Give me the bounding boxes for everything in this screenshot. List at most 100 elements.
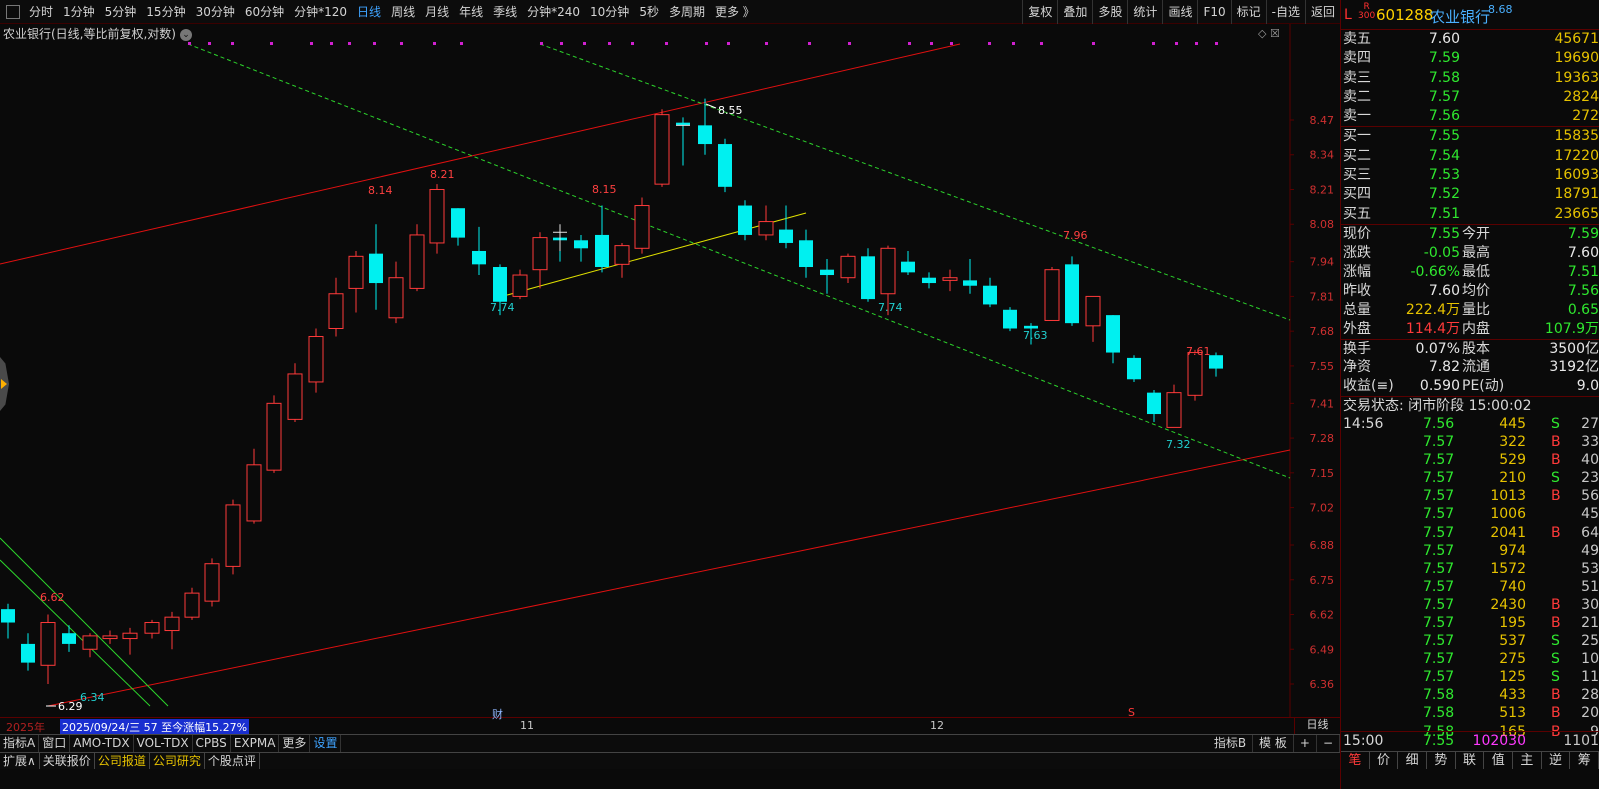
toolbar-button[interactable]: -自选: [1265, 0, 1305, 24]
quote-tab[interactable]: 笔: [1341, 752, 1370, 769]
event-dot: [1040, 42, 1043, 45]
candle-body-up: [204, 563, 220, 602]
tick-list[interactable]: 14:56 7.56 445 S 27 7.57 322 B 33 7.57 5…: [1341, 415, 1599, 741]
period-tab[interactable]: 更多 》: [710, 0, 760, 24]
tick-count: 53: [1581, 560, 1599, 577]
indicator-tab[interactable]: 窗口: [39, 735, 71, 752]
quote-level-price: 7.53: [1428, 167, 1460, 184]
stat-row: 昨收 7.60 均价 7.56: [1341, 282, 1599, 301]
indicator-tab[interactable]: VOL-TDX: [134, 735, 193, 752]
toolbar-button[interactable]: 画线: [1162, 0, 1197, 24]
quote-row[interactable]: 买二 7.54 17220: [1341, 147, 1599, 166]
quote-tab[interactable]: 联: [1456, 752, 1485, 769]
candle-body-up: [225, 504, 241, 567]
period-tab[interactable]: 1分钟: [58, 0, 100, 24]
indicator-action[interactable]: −: [1317, 735, 1340, 752]
event-dot: [988, 42, 991, 45]
layout-toggle-icon[interactable]: [6, 4, 20, 19]
quote-row[interactable]: 卖四 7.59 19690: [1341, 49, 1599, 68]
bottom-tab[interactable]: 公司报道: [95, 753, 150, 769]
period-tab[interactable]: 分钟*120: [289, 0, 352, 24]
quote-row[interactable]: 卖二 7.57 2824: [1341, 88, 1599, 107]
event-marker[interactable]: S: [1128, 706, 1135, 719]
kline-chart[interactable]: 8.47 8.34 8.21 8.08 7.94 7.81 7.68 7.55 7.41 7.28…: [0, 24, 1340, 718]
ask-book: 卖五 7.60 45671 卖四 7.59 19690 卖三 7.58 19363 卖…: [1341, 30, 1599, 126]
quote-tab[interactable]: 筹: [1570, 752, 1599, 769]
toolbar-button[interactable]: 叠加: [1057, 0, 1092, 24]
period-tab[interactable]: 季线: [488, 0, 522, 24]
bottom-tab[interactable]: 个股点评: [205, 753, 260, 769]
period-tab[interactable]: 周线: [386, 0, 420, 24]
event-dot: [908, 42, 911, 45]
tick-price: 7.57: [1423, 470, 1455, 487]
date-month-label: 11: [520, 719, 534, 732]
tick-row: 7.57 275 S 10: [1341, 650, 1599, 668]
event-dot: [400, 42, 403, 45]
quote-level-price: 7.59: [1428, 50, 1460, 67]
quote-row[interactable]: 买三 7.53 16093: [1341, 166, 1599, 185]
period-tab[interactable]: 30分钟: [191, 0, 240, 24]
bottom-tab[interactable]: 扩展∧: [0, 753, 40, 769]
event-dot: [188, 42, 191, 45]
indicator-action[interactable]: +: [1294, 735, 1317, 752]
quote-row[interactable]: 买四 7.52 18791: [1341, 185, 1599, 204]
quote-tab[interactable]: 势: [1427, 752, 1456, 769]
quote-tab[interactable]: 主: [1513, 752, 1542, 769]
candle-body-down: [1209, 355, 1223, 369]
indicator-tab[interactable]: 更多: [279, 735, 311, 752]
period-tab[interactable]: 月线: [420, 0, 454, 24]
quote-tab[interactable]: 逆: [1542, 752, 1571, 769]
indicator-action[interactable]: 指标B: [1208, 735, 1254, 752]
chevron-down-icon[interactable]: ⌄: [180, 28, 192, 41]
indicator-tab[interactable]: 设置: [310, 735, 342, 752]
period-tab[interactable]: 多周期: [664, 0, 710, 24]
toolbar-button[interactable]: 标记: [1230, 0, 1266, 24]
trade-status: 交易状态: 闭市阶段 15:00:02: [1341, 395, 1599, 415]
period-tab[interactable]: 60分钟: [240, 0, 289, 24]
chart-settings-icons[interactable]: ◇ ☒: [1258, 27, 1280, 40]
period-tab[interactable]: 分时: [24, 0, 58, 24]
tick-volume: 513: [1499, 705, 1526, 722]
toolbar-button[interactable]: 复权: [1022, 0, 1057, 24]
stat-label: 昨收: [1343, 282, 1371, 299]
stock-code[interactable]: 601288: [1376, 6, 1433, 24]
indicator-action[interactable]: 模 板: [1253, 735, 1294, 752]
quote-tab[interactable]: 值: [1484, 752, 1514, 769]
toolbar-button[interactable]: F10: [1197, 0, 1230, 24]
period-tab[interactable]: 年线: [454, 0, 488, 24]
period-tab[interactable]: 5秒: [634, 0, 664, 24]
chart-title-text: 农业银行(日线,等比前复权,对数): [3, 27, 176, 41]
price-axis-label: 6.62: [1310, 609, 1335, 622]
quote-tab[interactable]: 价: [1370, 752, 1399, 769]
price-axis-label: 7.68: [1310, 325, 1335, 338]
bottom-tab[interactable]: 关联报价: [40, 753, 95, 769]
period-tab[interactable]: 15分钟: [141, 0, 190, 24]
period-tab[interactable]: 5分钟: [100, 0, 142, 24]
quote-row[interactable]: 卖三 7.58 19363: [1341, 69, 1599, 88]
quote-row[interactable]: 卖一 7.56 272: [1341, 107, 1599, 126]
chart-title[interactable]: 农业银行(日线,等比前复权,对数) ⌄: [3, 25, 192, 42]
indicator-tab[interactable]: EXPMA: [231, 735, 280, 752]
stat-value: -0.66%: [1410, 263, 1460, 280]
quote-tab[interactable]: 细: [1398, 752, 1428, 769]
quote-row[interactable]: 卖五 7.60 45671: [1341, 30, 1599, 49]
indicator-tab[interactable]: 指标A: [0, 735, 40, 752]
period-tab[interactable]: 10分钟: [585, 0, 634, 24]
finance-marker[interactable]: 财: [492, 706, 503, 722]
bottom-tab[interactable]: 公司研究: [150, 753, 205, 769]
period-tab[interactable]: 分钟*240: [522, 0, 585, 24]
quote-level-label: 卖二: [1343, 88, 1371, 105]
period-tab[interactable]: 日线: [352, 0, 386, 24]
toolbar-button[interactable]: 统计: [1127, 0, 1162, 24]
toolbar-button[interactable]: 返回: [1304, 0, 1340, 24]
tick-price: 7.57: [1423, 651, 1455, 668]
price-axis-label: 7.15: [1310, 467, 1335, 480]
indicator-tab[interactable]: AMO-TDX: [70, 735, 134, 752]
stat-label: 换手: [1343, 340, 1371, 357]
quote-row[interactable]: 买一 7.55 15835: [1341, 127, 1599, 146]
quote-row[interactable]: 买五 7.51 23665: [1341, 205, 1599, 224]
indicator-tab[interactable]: CPBS: [193, 735, 231, 752]
period-label[interactable]: 日线: [1294, 717, 1340, 734]
stock-name[interactable]: 农业银行: [1430, 6, 1490, 27]
toolbar-button[interactable]: 多股: [1092, 0, 1127, 24]
